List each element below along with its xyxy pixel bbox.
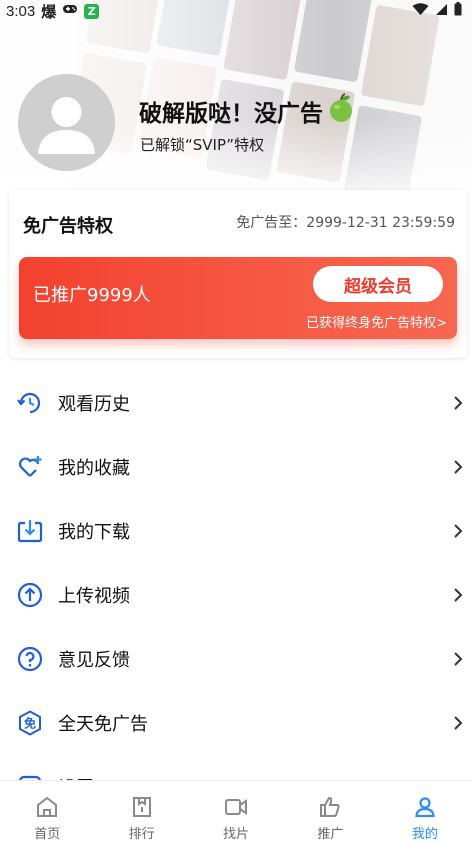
menu-item-upload[interactable]: 上传视频 [0,563,472,627]
menu-item-label: 上传视频 [58,586,130,607]
nav-promote[interactable]: 推广 [283,781,377,846]
status-bar: 3:03 爆 Z [0,0,472,22]
nav-label: 排行 [128,827,155,842]
chevron-right-icon [454,716,463,730]
nav-ranking[interactable]: 排行 [94,781,188,846]
gamepad-icon [62,3,78,19]
chevron-right-icon [454,652,463,666]
lifetime-privilege-link[interactable]: 已获得终身免广告特权> [306,312,447,331]
app-badge-icon: Z [84,3,100,19]
nav-home[interactable]: 首页 [0,781,94,846]
ad-free-privilege-card: 免广告特权 免广告至：2999-12-31 23:59:59 已推广9999人 … [9,190,467,358]
chevron-right-icon [454,524,463,538]
chevron-right-icon [454,460,463,474]
menu-item-label: 全天免广告 [58,714,148,735]
unlock-status-text: 已解锁“SVIP”特权 [140,136,265,154]
nickname: 破解版哒！没广告 [139,92,357,130]
menu-item-label: 我的下载 [58,522,130,543]
menu-item-label: 观看历史 [58,394,130,415]
svip-button[interactable]: 超级会员 [313,266,443,302]
battery-icon [454,2,462,20]
heart-plus-icon [17,454,43,480]
avatar-placeholder-icon [38,97,95,154]
nav-mine[interactable]: 我的 [378,781,472,846]
menu-item-label: 我的收藏 [58,458,130,479]
home-icon [37,796,58,817]
nav-find-video[interactable]: 找片 [189,781,283,846]
free-ad-icon-char: 免 [24,716,36,731]
video-camera-icon [225,799,248,815]
wifi-icon [412,2,429,20]
privilege-title: 免广告特权 [23,216,113,237]
ranking-icon [132,797,151,817]
menu-item-label: 意见反馈 [58,650,130,671]
menu-item-settings[interactable]: 设置 [0,755,472,781]
status-time: 3:03 [6,2,36,20]
avatar[interactable] [18,74,115,171]
promotion-banner[interactable]: 已推广9999人 超级会员 已获得终身免广告特权> [19,257,457,339]
question-icon [17,646,43,672]
ad-free-expiry-text: 免广告至：2999-12-31 23:59:59 [236,215,455,231]
nav-label: 我的 [411,827,438,842]
upload-icon [17,582,43,608]
menu-list: 观看历史 我的收藏 我的下载 上传视频 意见反馈 免 全天免广告 [0,371,472,781]
bottom-navigation: 首页 排行 找片 推广 我的 [0,780,472,846]
free-ad-icon: 免 [17,710,43,736]
chevron-right-icon [454,588,463,602]
menu-item-favorites[interactable]: 我的收藏 [0,435,472,499]
thumbs-up-icon [320,796,341,817]
menu-item-downloads[interactable]: 我的下载 [0,499,472,563]
signal-icon [435,3,448,20]
promotion-count: 已推广9999人 [33,285,151,306]
user-icon [415,797,435,818]
status-glyph: 爆 [41,2,57,21]
nav-label: 推广 [317,827,344,842]
menu-item-feedback[interactable]: 意见反馈 [0,627,472,691]
nav-label: 找片 [223,827,250,842]
nav-label: 首页 [34,827,61,842]
chevron-right-icon [454,396,463,410]
nickname-text: 破解版哒！没广告 [139,101,323,127]
history-icon [17,390,43,416]
menu-item-ad-free[interactable]: 免 全天免广告 [0,691,472,755]
download-icon [17,518,43,544]
apple-icon [325,92,357,130]
menu-item-history[interactable]: 观看历史 [0,371,472,435]
